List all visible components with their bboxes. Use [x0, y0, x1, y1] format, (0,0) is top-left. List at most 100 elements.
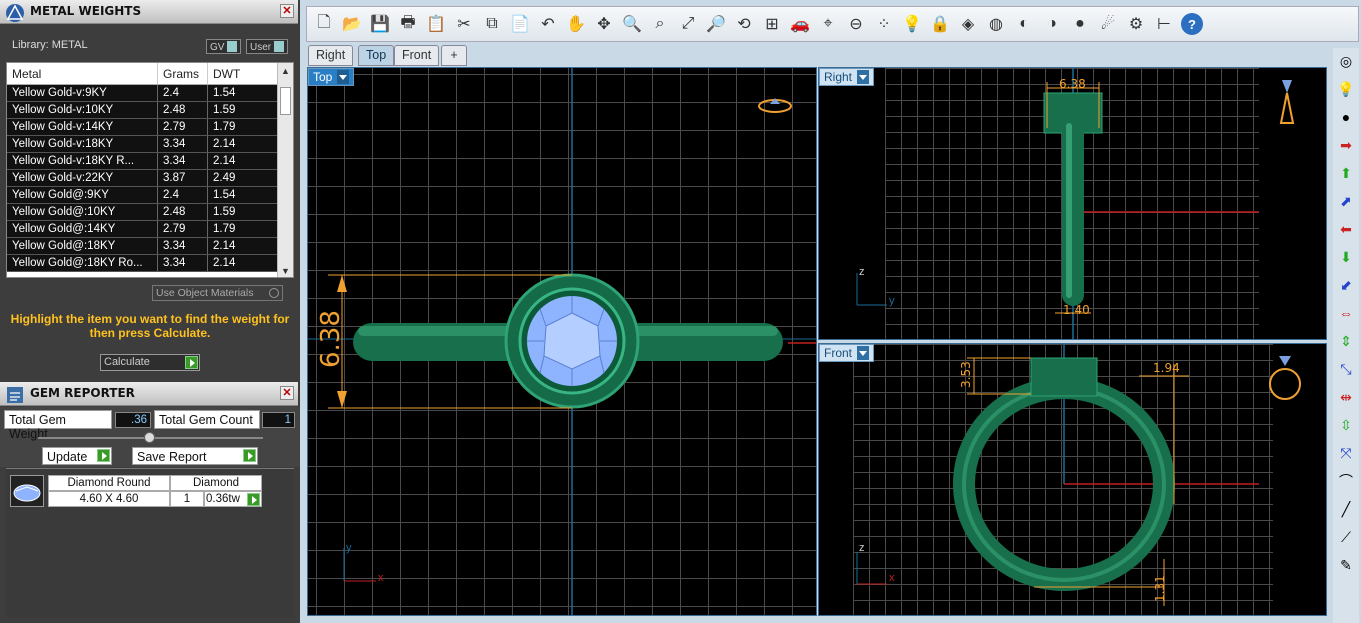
snap-icon[interactable]: ⌖ [817, 13, 839, 35]
rotate-view-icon[interactable]: ⟲ [733, 13, 755, 35]
zoom-window-icon[interactable]: ⌕ [649, 13, 671, 35]
table-row[interactable]: Yellow Gold-v:9KY 2.4 1.54 [7, 85, 293, 102]
scroll-up-icon[interactable]: ▲ [281, 66, 290, 76]
grams-cell: 3.34 [158, 238, 208, 254]
column-header-metal[interactable]: Metal [7, 63, 158, 84]
lock-icon[interactable]: 🔒 [929, 13, 951, 35]
viewport-label-top[interactable]: Top [308, 68, 355, 86]
viewport-top[interactable]: 6.38 y x Top [307, 67, 817, 616]
tab-right[interactable]: Right [308, 45, 354, 66]
zoom-selected-icon[interactable]: 🔎 [705, 13, 727, 35]
gv-toggle-label: GV [210, 42, 225, 53]
open-folder-icon[interactable]: 📂 [341, 13, 363, 35]
calculate-label: Calculate [104, 356, 150, 368]
light-bulb-icon[interactable]: 💡 [901, 13, 923, 35]
pan-hand-icon[interactable]: ✋ [565, 13, 587, 35]
viewport-right[interactable]: 6.38 1.40 z y Right [818, 67, 1327, 340]
gv-toggle[interactable]: GV [206, 39, 242, 54]
render-icon[interactable]: ☄ [1097, 13, 1119, 35]
table-row[interactable]: Yellow Gold-v:18KY 3.34 2.14 [7, 136, 293, 153]
top-view-drawing [308, 68, 816, 615]
wireframe-sphere-icon[interactable]: ◐ [1013, 13, 1035, 35]
scale-horizontal-icon[interactable]: ⇹ [1337, 388, 1355, 406]
cplane-icon[interactable]: ⊖ [845, 13, 867, 35]
table-row[interactable]: Yellow Gold-v:14KY 2.79 1.79 [7, 119, 293, 136]
curve-tool-icon[interactable]: ⌒ [1337, 472, 1355, 490]
metal-weights-title: METAL WEIGHTS [30, 4, 142, 18]
scale-vertical-icon[interactable]: ⇳ [1337, 416, 1355, 434]
arrows-horizontal-icon[interactable]: ⇔ [1337, 304, 1355, 322]
calculate-button[interactable]: Calculate [100, 354, 200, 371]
table-row[interactable]: Yellow Gold-v:22KY 3.87 2.49 [7, 170, 293, 187]
gem-slider[interactable] [38, 432, 263, 443]
table-row[interactable]: Yellow Gold@:18KY Ro... 3.34 2.14 [7, 255, 293, 272]
table-row[interactable]: Yellow Gold@:14KY 2.79 1.79 [7, 221, 293, 238]
cut-icon[interactable]: ✂ [453, 13, 475, 35]
render-sphere-icon[interactable]: ● [1069, 13, 1091, 35]
save-report-button[interactable]: Save Report [132, 447, 258, 465]
viewport-front[interactable]: 3.53 1.94 1.31 z x Front [818, 343, 1327, 616]
user-toggle[interactable]: User [246, 39, 289, 54]
arrow-up-icon[interactable]: ⬆ [1337, 164, 1355, 182]
metal-table[interactable]: Metal Grams DWT Yellow Gold-v:9KY 2.4 1.54… [6, 62, 294, 278]
line-tool-icon[interactable]: ╱ [1337, 500, 1355, 518]
radio-icon [269, 288, 279, 298]
column-header-grams[interactable]: Grams [158, 63, 208, 84]
table-row[interactable]: Yellow Gold-v:10KY 2.48 1.59 [7, 102, 293, 119]
table-row[interactable]: Yellow Gold@:10KY 2.48 1.59 [7, 204, 293, 221]
zoom-extents-icon[interactable]: ⤢ [677, 13, 699, 35]
arrows-diagonal-icon[interactable]: ⤡ [1337, 360, 1355, 378]
gem-list-item[interactable]: Diamond Round Diamond 4.60 X 4.60 1 0.36… [10, 475, 272, 509]
car-icon[interactable]: 🚗 [789, 13, 811, 35]
arrow-diagonal-icon[interactable]: ⬈ [1337, 192, 1355, 210]
new-file-icon[interactable]: 🗋 [313, 13, 335, 35]
arrow-right-icon[interactable]: ➡ [1337, 136, 1355, 154]
save-icon[interactable]: 💾 [369, 13, 391, 35]
update-button[interactable]: Update [42, 447, 112, 465]
points-icon[interactable]: ⁘ [873, 13, 895, 35]
copy-icon[interactable]: ⧉ [481, 13, 503, 35]
settings-gear-icon[interactable]: ⚙ [1125, 13, 1147, 35]
dimension-icon[interactable]: ⊢ [1153, 13, 1175, 35]
gem-weight[interactable]: 0.36tw [204, 491, 262, 507]
scroll-down-icon[interactable]: ▼ [281, 266, 290, 276]
column-header-dwt[interactable]: DWT [208, 63, 278, 84]
tab-front[interactable]: Front [394, 45, 440, 66]
table-row[interactable]: Yellow Gold-v:18KY R... 3.34 2.14 [7, 153, 293, 170]
slider-knob[interactable] [144, 432, 155, 443]
move-view-icon[interactable]: ✥ [593, 13, 615, 35]
arrow-diagonal-down-icon[interactable]: ⬋ [1337, 276, 1355, 294]
viewport-label-right[interactable]: Right [819, 68, 875, 86]
help-icon[interactable]: ? [1181, 13, 1203, 35]
layers-icon[interactable]: ◈ [957, 13, 979, 35]
polyline-tool-icon[interactable]: ⟋ [1337, 528, 1355, 546]
table-row[interactable]: Yellow Gold@:9KY 2.4 1.54 [7, 187, 293, 204]
arrows-vertical-icon[interactable]: ⇕ [1337, 332, 1355, 350]
clipboard-icon[interactable]: 📄 [509, 13, 531, 35]
shaded-sphere-icon[interactable]: ◑ [1041, 13, 1063, 35]
paste-icon[interactable]: 📋 [425, 13, 447, 35]
close-icon[interactable]: ✕ [280, 4, 294, 18]
grams-cell: 3.34 [158, 136, 208, 152]
arrow-down-icon[interactable]: ⬇ [1337, 248, 1355, 266]
metal-table-scrollbar[interactable]: ▲ ▼ [277, 63, 293, 277]
four-viewports-icon[interactable]: ⊞ [761, 13, 783, 35]
scale-diagonal-icon[interactable]: ⤧ [1337, 444, 1355, 462]
light-bulb-icon[interactable]: 💡 [1337, 80, 1355, 98]
color-wheel-icon[interactable]: ◍ [985, 13, 1007, 35]
scroll-thumb[interactable] [280, 87, 291, 115]
use-object-materials-checkbox[interactable]: Use Object Materials [152, 285, 283, 301]
tab-top[interactable]: Top [358, 45, 395, 66]
print-icon[interactable]: 🖶 [397, 13, 419, 35]
table-row[interactable]: Yellow Gold@:18KY 3.34 2.14 [7, 238, 293, 255]
undo-icon[interactable]: ↶ [537, 13, 559, 35]
zoom-in-icon[interactable]: 🔍 [621, 13, 643, 35]
brush-tool-icon[interactable]: ✎ [1337, 556, 1355, 574]
sphere-icon[interactable]: ● [1337, 108, 1355, 126]
viewport-area: 🗋 📂 💾 🖶 📋 ✂ ⧉ 📄 ↶ ✋ ✥ 🔍 ⌕ ⤢ 🔎 ⟲ ⊞ 🚗 ⌖ ⊖ … [300, 0, 1361, 623]
viewport-label-front[interactable]: Front [819, 344, 875, 362]
gem-tool-icon[interactable]: ◎ [1337, 52, 1355, 70]
close-icon[interactable]: ✕ [280, 386, 294, 400]
add-tab-icon[interactable]: + [441, 45, 467, 66]
arrow-left-icon[interactable]: ⬅ [1337, 220, 1355, 238]
